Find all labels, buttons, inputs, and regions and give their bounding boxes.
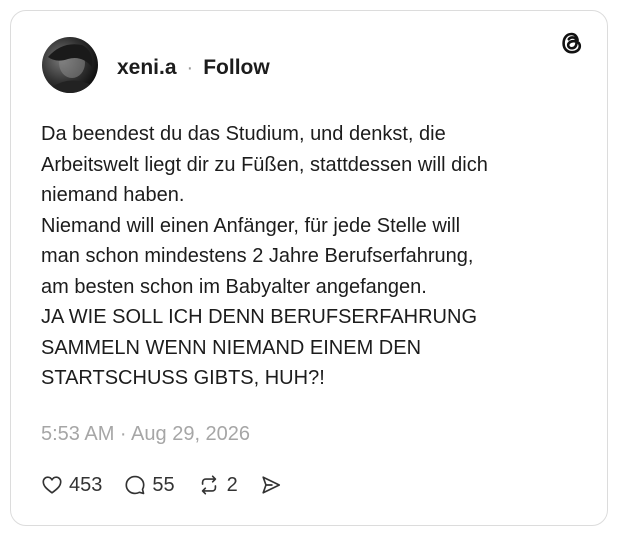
share-button[interactable] — [260, 474, 282, 496]
repost-button[interactable]: 2 — [197, 474, 238, 497]
threads-logo-icon[interactable] — [558, 29, 586, 57]
post-text-line: Arbeitswelt liegt dir zu Füßen, stattdes… — [41, 153, 488, 176]
reply-button[interactable]: 55 — [124, 473, 175, 497]
heart-icon — [42, 476, 62, 494]
post-text: Da beendest du das Studium, und denkst, … — [41, 119, 581, 394]
avatar[interactable] — [42, 37, 98, 93]
like-button[interactable]: 453 — [41, 474, 102, 497]
post-header: xeni.a · Follow — [117, 54, 270, 82]
post-timestamp[interactable]: 5:53 AM · Aug 29, 2026 — [41, 423, 250, 446]
avatar-photo — [42, 44, 98, 93]
comment-icon — [125, 475, 145, 495]
repost-count: 2 — [226, 473, 238, 496]
post-card: xeni.a · Follow Da beendest du das Studi… — [10, 10, 608, 526]
post-text-line: man schon mindestens 2 Jahre Berufserfah… — [41, 245, 474, 267]
post-text-line: am besten schon im Babyalter angefangen. — [41, 275, 427, 298]
like-count: 453 — [69, 473, 103, 496]
post-text-line: Da beendest du das Studium, und denkst, … — [41, 123, 446, 145]
post-text-line: SAMMELN WENN NIEMAND EINEM DEN — [41, 336, 422, 359]
action-bar: 453 55 2 — [41, 471, 304, 499]
post-text-line: JA WIE SOLL ICH DENN BERUFSERFAHRUNG — [41, 306, 477, 328]
post-text-line: Niemand will einen Anfänger, für jede St… — [41, 214, 461, 237]
separator-dot: · — [186, 56, 194, 79]
reply-count: 55 — [152, 473, 175, 496]
username[interactable]: xeni.a — [117, 56, 177, 80]
post-text-line: niemand haben. — [41, 184, 185, 206]
share-icon — [262, 476, 280, 494]
post-text-line: STARTSCHUSS GIBTS, HUH?! — [41, 367, 325, 389]
repost-icon — [201, 475, 216, 495]
follow-button[interactable]: Follow — [203, 56, 270, 80]
